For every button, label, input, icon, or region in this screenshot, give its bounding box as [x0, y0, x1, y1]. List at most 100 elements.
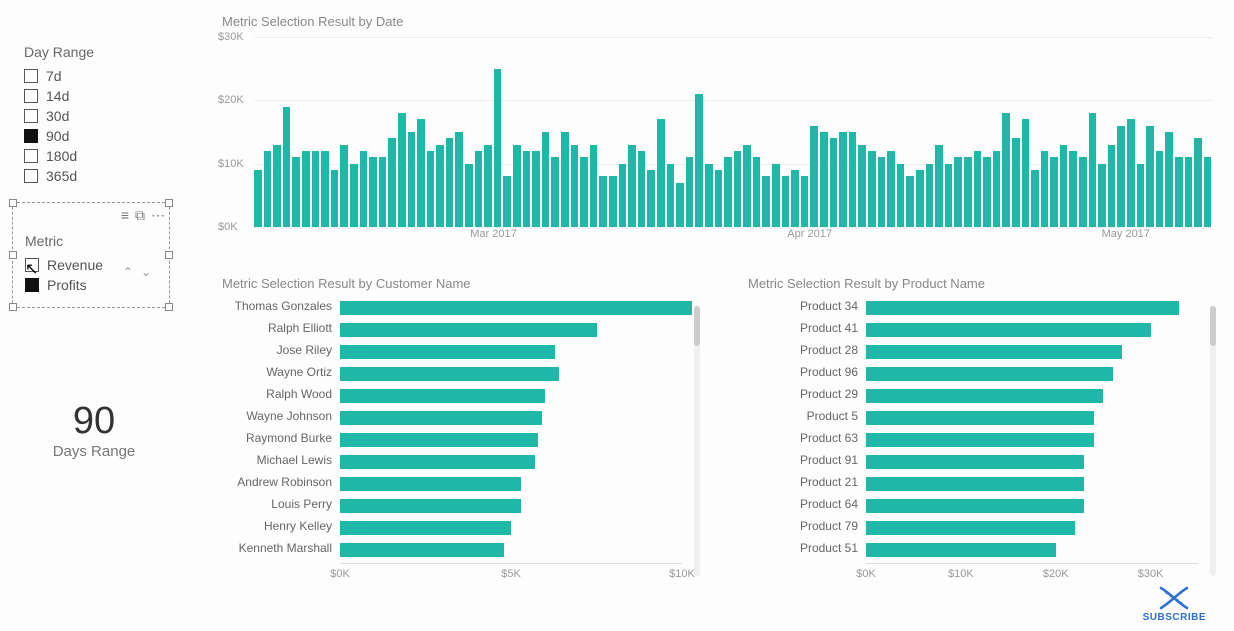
column-bar[interactable]	[360, 151, 368, 227]
column-bar[interactable]	[273, 145, 281, 227]
hbar-row[interactable]: Product 64	[866, 497, 1198, 515]
column-bar[interactable]	[782, 176, 790, 227]
hbar-row[interactable]: Product 41	[866, 321, 1198, 339]
column-bar[interactable]	[1204, 157, 1212, 227]
hbar-fill[interactable]	[340, 433, 538, 447]
column-bar[interactable]	[532, 151, 540, 227]
column-bar[interactable]	[849, 132, 857, 227]
column-bar[interactable]	[455, 132, 463, 227]
column-bar[interactable]	[1127, 119, 1135, 227]
column-bar[interactable]	[484, 145, 492, 227]
hbar-fill[interactable]	[866, 323, 1151, 337]
hbar-fill[interactable]	[340, 345, 555, 359]
hbar-row[interactable]: Product 34	[866, 299, 1198, 317]
column-bar[interactable]	[1050, 157, 1058, 227]
column-bar[interactable]	[398, 113, 406, 227]
hbar-row[interactable]: Product 28	[866, 343, 1198, 361]
column-bar[interactable]	[868, 151, 876, 227]
hbar-fill[interactable]	[340, 521, 511, 535]
hbar-row[interactable]: Wayne Ortiz	[340, 365, 682, 383]
day-range-option[interactable]: 14d	[24, 86, 174, 106]
column-bar[interactable]	[628, 145, 636, 227]
column-bar[interactable]	[1012, 138, 1020, 227]
column-bar[interactable]	[619, 164, 627, 227]
column-bar[interactable]	[878, 157, 886, 227]
chevron-down-icon[interactable]: ⌄	[141, 265, 151, 279]
hbar-fill[interactable]	[866, 411, 1094, 425]
column-bar[interactable]	[762, 176, 770, 227]
hbar-row[interactable]: Andrew Robinson	[340, 475, 682, 493]
hbar-fill[interactable]	[866, 367, 1113, 381]
column-bar[interactable]	[1002, 113, 1010, 227]
column-bar[interactable]	[340, 145, 348, 227]
column-bar[interactable]	[321, 151, 329, 227]
checkbox-icon[interactable]	[24, 129, 38, 143]
column-bar[interactable]	[1041, 151, 1049, 227]
scrollbar[interactable]	[694, 306, 700, 576]
column-bar[interactable]	[887, 151, 895, 227]
column-bar[interactable]	[695, 94, 703, 227]
column-bar[interactable]	[1060, 145, 1068, 227]
hbar-row[interactable]: Henry Kelley	[340, 519, 682, 537]
column-bar[interactable]	[667, 164, 675, 227]
hbar-row[interactable]: Product 5	[866, 409, 1198, 427]
column-bar[interactable]	[935, 145, 943, 227]
column-bar[interactable]	[1185, 157, 1193, 227]
column-bar[interactable]	[724, 157, 732, 227]
hbar-fill[interactable]	[340, 411, 542, 425]
column-bar[interactable]	[302, 151, 310, 227]
hbar-fill[interactable]	[866, 345, 1122, 359]
column-bar[interactable]	[1069, 151, 1077, 227]
day-range-option[interactable]: 7d	[24, 66, 174, 86]
column-bar[interactable]	[1146, 126, 1154, 227]
column-bar[interactable]	[1165, 132, 1173, 227]
column-bar[interactable]	[292, 157, 300, 227]
hbar-fill[interactable]	[866, 521, 1075, 535]
column-bar[interactable]	[676, 183, 684, 227]
column-bar[interactable]	[974, 151, 982, 227]
hbar-fill[interactable]	[340, 323, 597, 337]
checkbox-icon[interactable]	[25, 258, 39, 272]
checkbox-icon[interactable]	[24, 109, 38, 123]
column-bar[interactable]	[571, 145, 579, 227]
column-bar[interactable]	[494, 69, 502, 227]
day-range-option[interactable]: 30d	[24, 106, 174, 126]
column-bar[interactable]	[408, 132, 416, 227]
chart-by-customer[interactable]: Metric Selection Result by Customer Name…	[222, 276, 702, 606]
column-bar[interactable]	[379, 157, 387, 227]
column-bar[interactable]	[839, 132, 847, 227]
column-bar[interactable]	[743, 145, 751, 227]
column-bar[interactable]	[638, 151, 646, 227]
column-bar[interactable]	[772, 164, 780, 227]
column-bar[interactable]	[1194, 138, 1202, 227]
visual-filter-icon[interactable]: ≡	[121, 207, 129, 224]
hbar-row[interactable]: Kenneth Marshall	[340, 541, 682, 559]
checkbox-icon[interactable]	[24, 89, 38, 103]
hbar-row[interactable]: Thomas Gonzales	[340, 299, 682, 317]
day-range-option[interactable]: 365d	[24, 166, 174, 186]
column-bar[interactable]	[1079, 157, 1087, 227]
column-bar[interactable]	[561, 132, 569, 227]
column-bar[interactable]	[312, 151, 320, 227]
column-bar[interactable]	[830, 138, 838, 227]
eraser-icon[interactable]: ⌃	[123, 265, 133, 279]
column-bar[interactable]	[801, 176, 809, 227]
column-bar[interactable]	[1137, 164, 1145, 227]
column-bar[interactable]	[715, 170, 723, 227]
column-bar[interactable]	[753, 157, 761, 227]
column-bar[interactable]	[993, 151, 1001, 227]
column-bar[interactable]	[513, 145, 521, 227]
column-bar[interactable]	[1098, 164, 1106, 227]
hbar-row[interactable]: Product 79	[866, 519, 1198, 537]
column-bar[interactable]	[1156, 151, 1164, 227]
column-bar[interactable]	[427, 151, 435, 227]
hbar-row[interactable]: Jose Riley	[340, 343, 682, 361]
checkbox-icon[interactable]	[24, 69, 38, 83]
column-bar[interactable]	[446, 138, 454, 227]
subscribe-badge[interactable]: SUBSCRIBE	[1143, 586, 1206, 623]
column-bar[interactable]	[964, 157, 972, 227]
column-bar[interactable]	[1117, 126, 1125, 227]
hbar-row[interactable]: Raymond Burke	[340, 431, 682, 449]
visual-focus-icon[interactable]: ⧉	[135, 207, 145, 224]
visual-selection-frame[interactable]: ≡ ⧉ ⋯ Metric ⌃ ⌄ RevenueProfits ↖	[12, 202, 170, 308]
